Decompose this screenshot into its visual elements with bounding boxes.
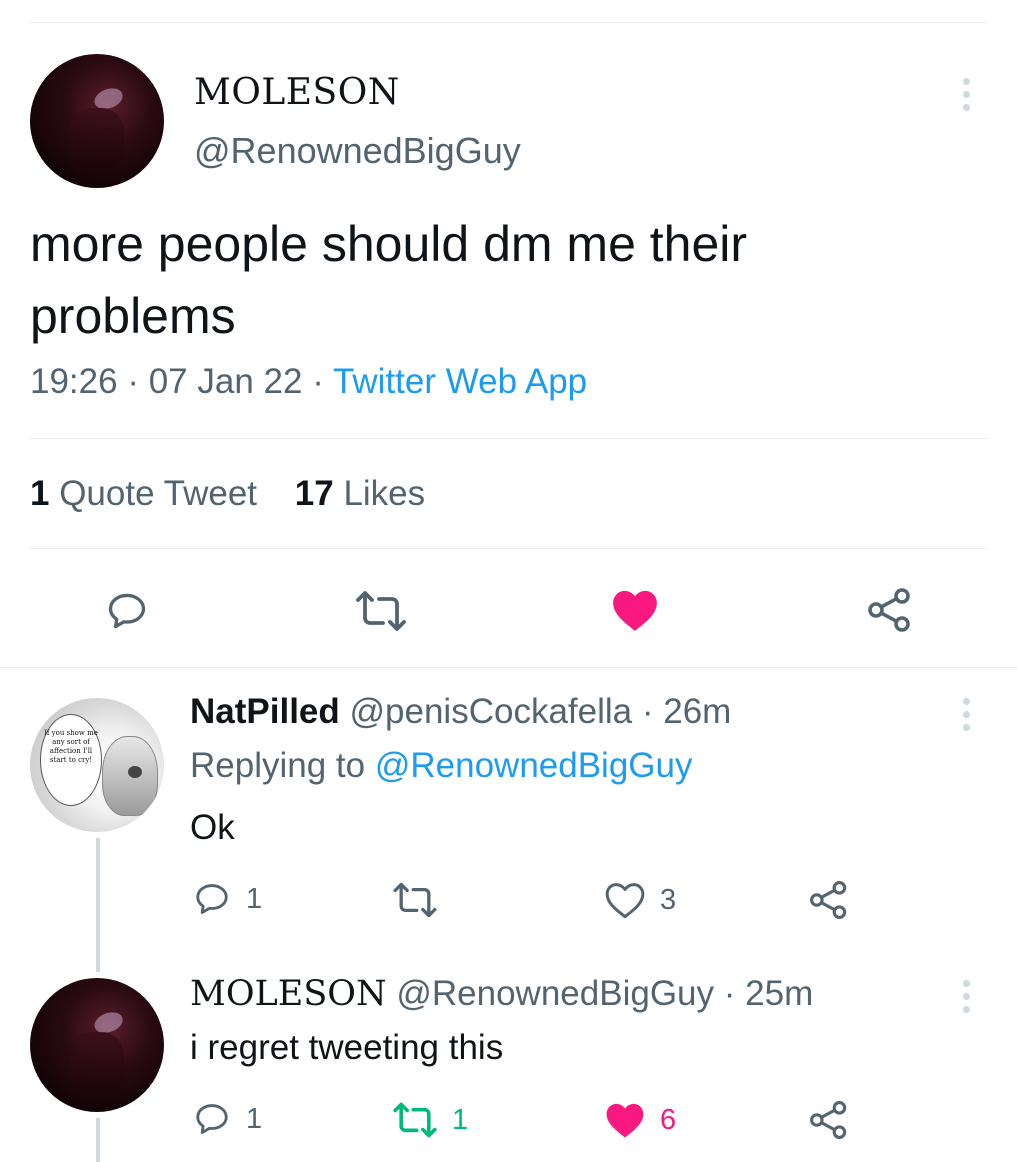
tweet-meta: 19:26 · 07 Jan 22 · Twitter Web App bbox=[30, 362, 587, 402]
share-button[interactable] bbox=[808, 1100, 850, 1140]
reply-button[interactable]: 1 bbox=[192, 1100, 262, 1138]
reply-age[interactable]: 25m bbox=[745, 974, 813, 1013]
reply-age[interactable]: 26m bbox=[663, 692, 731, 731]
retweet-icon bbox=[393, 882, 437, 918]
meta-separator: · bbox=[641, 692, 664, 731]
more-vertical-icon[interactable] bbox=[960, 980, 972, 1013]
meta-separator: · bbox=[127, 362, 149, 401]
tweet-time[interactable]: 19:26 bbox=[30, 362, 118, 401]
heart-icon bbox=[613, 590, 657, 631]
retweet-button[interactable] bbox=[392, 881, 438, 919]
divider bbox=[0, 667, 1017, 668]
meta-separator: · bbox=[312, 362, 333, 401]
more-vertical-icon[interactable] bbox=[960, 78, 972, 111]
tweet-text: more people should dm me their problems bbox=[30, 216, 748, 344]
tweet-source-link[interactable]: Twitter Web App bbox=[333, 362, 587, 401]
thread-line bbox=[96, 1118, 100, 1162]
likes-link[interactable]: 17 Likes bbox=[295, 474, 425, 513]
author-handle[interactable]: @RenownedBigGuy bbox=[194, 130, 521, 172]
likes-count: 17 bbox=[294, 474, 334, 513]
reply-text: Ok bbox=[190, 808, 235, 847]
top-divider bbox=[30, 22, 987, 23]
avatar-eye bbox=[128, 766, 142, 778]
retweet-count: 1 bbox=[452, 1103, 469, 1136]
quote-tweets-link[interactable]: 1 Quote Tweet bbox=[30, 474, 257, 513]
heart-icon bbox=[605, 883, 645, 919]
reply-handle[interactable]: @penisCockafella bbox=[350, 692, 633, 731]
share-icon bbox=[810, 1101, 847, 1139]
heart-icon bbox=[606, 1103, 644, 1138]
tweet-date[interactable]: 07 Jan 22 bbox=[149, 362, 303, 401]
retweet-button[interactable] bbox=[355, 589, 407, 633]
divider bbox=[30, 548, 988, 549]
like-button[interactable]: 6 bbox=[604, 1100, 676, 1140]
replying-to-link[interactable]: @RenownedBigGuy bbox=[375, 746, 693, 785]
retweet-icon bbox=[356, 591, 406, 631]
reply-display-name[interactable]: NatPilled bbox=[190, 692, 340, 731]
likes-label: Likes bbox=[343, 474, 426, 513]
reply-header: NatPilled @penisCockafella · 26m bbox=[190, 692, 731, 732]
tweet-stats: 1 Quote Tweet 17 Likes bbox=[30, 474, 425, 514]
reply-handle[interactable]: @RenownedBigGuy bbox=[396, 974, 714, 1013]
reply-avatar[interactable]: If you show me any sort of affection I'l… bbox=[30, 698, 164, 832]
replying-to: Replying to @RenownedBigGuy bbox=[190, 746, 693, 786]
like-button[interactable]: 3 bbox=[604, 880, 676, 920]
reply-count: 1 bbox=[246, 1102, 263, 1135]
reply-button[interactable]: 1 bbox=[192, 880, 262, 918]
divider bbox=[30, 438, 988, 439]
replying-label: Replying to bbox=[190, 746, 366, 785]
reply-button[interactable] bbox=[104, 589, 150, 633]
author-display-name[interactable]: MOLESON bbox=[194, 72, 400, 113]
reply-text: i regret tweeting this bbox=[190, 1028, 504, 1067]
share-icon bbox=[868, 588, 910, 632]
avatar-speech-bubble: If you show me any sort of affection I'l… bbox=[40, 714, 102, 806]
reply-count: 1 bbox=[246, 882, 263, 915]
more-vertical-icon[interactable] bbox=[960, 698, 972, 731]
reply-icon bbox=[108, 593, 146, 629]
like-count: 6 bbox=[660, 1103, 677, 1136]
reply-header: MOLESON @RenownedBigGuy · 25m bbox=[190, 974, 813, 1014]
reply-avatar[interactable] bbox=[30, 978, 164, 1112]
meta-separator: · bbox=[723, 974, 746, 1013]
share-icon bbox=[810, 881, 847, 919]
retweet-icon bbox=[393, 1102, 437, 1138]
reply-icon bbox=[196, 884, 228, 914]
reply-display-name[interactable]: MOLESON bbox=[190, 974, 387, 1014]
retweet-button[interactable]: 1 bbox=[392, 1101, 468, 1139]
quote-count: 1 bbox=[30, 474, 50, 513]
quote-label: Quote Tweet bbox=[59, 474, 258, 513]
like-count: 3 bbox=[660, 883, 677, 916]
share-button[interactable] bbox=[866, 587, 914, 633]
like-button[interactable] bbox=[610, 587, 660, 633]
share-button[interactable] bbox=[808, 880, 850, 920]
thread-line bbox=[96, 838, 100, 972]
reply-icon bbox=[196, 1104, 228, 1134]
author-avatar[interactable] bbox=[30, 54, 164, 188]
